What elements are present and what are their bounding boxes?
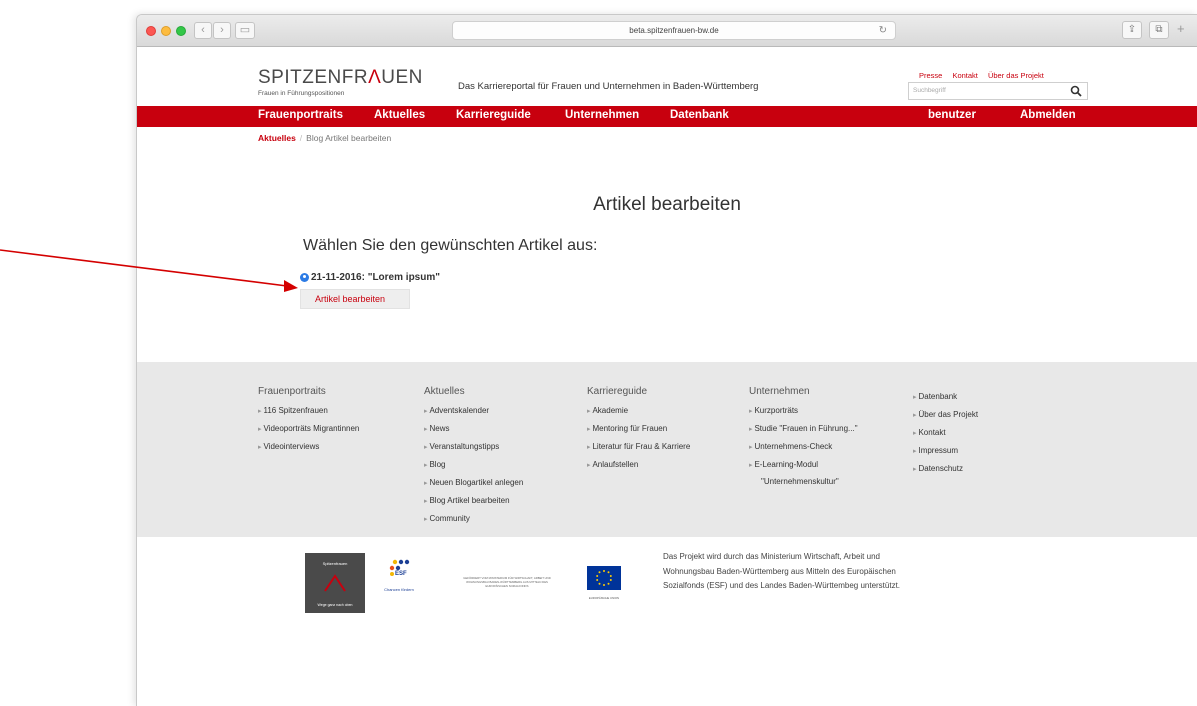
top-links: Presse Kontakt Über das Projekt <box>919 71 1052 80</box>
browser-window: ‹ › ▭ beta.spitzenfrauen-bw.de ↻ ⇪ ⧉ + S… <box>136 14 1197 706</box>
footer-column-title[interactable]: Karriereguide <box>587 386 690 397</box>
article-title: 21-11-2016: "Lorem ipsum" <box>311 272 440 283</box>
footer-link[interactable]: Anlaufstellen <box>587 460 690 469</box>
chevron-left-icon[interactable]: ‹ <box>194 22 212 39</box>
url-text: beta.spitzenfrauen-bw.de <box>629 26 719 35</box>
footer-link[interactable]: Datenbank <box>913 392 978 401</box>
reload-icon[interactable]: ↻ <box>879 22 887 39</box>
footer-link[interactable]: Studie "Frauen in Führung..." <box>749 424 857 433</box>
footer-link[interactable]: Blog <box>424 460 523 469</box>
logo-text-main: SPITZENFR <box>258 67 369 88</box>
nav-item-datenbank[interactable]: Datenbank <box>670 109 729 121</box>
search-placeholder: Suchbegriff <box>913 87 946 94</box>
esf-logo: ESF Chancen fördern <box>381 558 417 608</box>
footer-link[interactable]: Community <box>424 514 523 523</box>
funding-notice-line: Das Projekt wird durch das Ministerium W… <box>663 552 880 561</box>
browser-titlebar: ‹ › ▭ beta.spitzenfrauen-bw.de ↻ ⇪ ⧉ + <box>137 15 1197 47</box>
web-page: SPITZENFRΛUEN Frauen in Führungsposition… <box>137 48 1197 706</box>
footer-column-unternehmen: Unternehmen Kurzporträts Studie "Frauen … <box>749 386 858 486</box>
eu-flag-icon <box>587 566 621 590</box>
search-icon[interactable] <box>1070 85 1082 97</box>
chevron-right-icon[interactable]: › <box>213 22 231 39</box>
footer-link[interactable]: E-Learning-Modul <box>749 460 858 469</box>
breadcrumb: Aktuelles / Blog Artikel bearbeiten <box>258 133 391 143</box>
nav-item-aktuelles[interactable]: Aktuelles <box>374 109 425 121</box>
footer-link[interactable]: Videoporträts Migrantinnen <box>258 424 359 433</box>
footer-column-title[interactable]: Aktuelles <box>424 386 523 397</box>
esf-text: ESF <box>395 571 407 577</box>
maximize-window-button[interactable] <box>176 26 186 36</box>
tabs-icon[interactable]: ⧉ <box>1149 21 1169 39</box>
footer-link[interactable]: Neuen Blogartikel anlegen <box>424 478 523 487</box>
nav-item-frauenportraits[interactable]: Frauenportraits <box>258 109 343 121</box>
funding-notice-line: Wohnungsbau Baden-Württemberg aus Mittel… <box>663 566 896 576</box>
footer-links: Frauenportraits 116 Spitzenfrauen Videop… <box>137 362 1197 537</box>
footer-link[interactable]: Adventskalender <box>424 406 523 415</box>
top-link-kontakt[interactable]: Kontakt <box>952 71 977 80</box>
footer-link[interactable]: Literatur für Frau & Karriere <box>587 442 690 451</box>
article-select-heading: Wählen Sie den gewünschten Artikel aus: <box>303 237 598 254</box>
page-title: Artikel bearbeiten <box>593 194 741 215</box>
breadcrumb-separator: / <box>299 133 303 143</box>
nav-item-benutzer[interactable]: benutzer <box>928 109 976 121</box>
site-logo[interactable]: SPITZENFRΛUEN Frauen in Führungsposition… <box>258 67 423 97</box>
nav-item-abmelden[interactable]: Abmelden <box>1020 109 1076 121</box>
edit-article-button[interactable]: Artikel bearbeiten <box>300 289 410 309</box>
spitzenfrauen-footer-logo: Spitzenfrauen Wege ganz nach oben <box>305 553 365 613</box>
nav-item-karriereguide[interactable]: Karriereguide <box>456 109 531 121</box>
footer-link[interactable]: Unternehmens-Check <box>749 442 858 451</box>
triangle-logo-icon <box>324 574 346 592</box>
new-tab-icon[interactable]: + <box>1177 21 1185 36</box>
esf-subtitle: Chancen fördern <box>384 587 414 592</box>
ministry-logo-text: GEFÖRDERT VOM MINISTERIUM FÜR WIRTSCHAFT… <box>463 576 551 588</box>
footer-column-misc: Datenbank Über das Projekt Kontakt Impre… <box>913 383 978 473</box>
footer-link-continuation[interactable]: "Unternehmenskultur" <box>749 477 858 486</box>
footer-link[interactable]: Blog Artikel bearbeiten <box>424 496 523 505</box>
footer-column-karriereguide: Karriereguide Akademie Mentoring für Fra… <box>587 386 690 469</box>
footer-link[interactable]: Impressum <box>913 446 978 455</box>
sidebar-icon[interactable]: ▭ <box>235 22 255 39</box>
footer-link[interactable]: Über das Projekt <box>913 410 978 419</box>
site-tagline: Das Karriereportal für Frauen und Untern… <box>458 81 759 92</box>
footer-link[interactable]: Videointerviews <box>258 442 359 451</box>
address-bar[interactable]: beta.spitzenfrauen-bw.de ↻ <box>452 21 896 40</box>
minimize-window-button[interactable] <box>161 26 171 36</box>
main-navigation: Frauenportraits Aktuelles Karriereguide … <box>137 106 1197 127</box>
top-link-presse[interactable]: Presse <box>919 71 942 80</box>
eu-caption: EUROPÄISCHE UNION <box>588 596 620 600</box>
footer-link[interactable]: Akademie <box>587 406 690 415</box>
footer-column-aktuelles: Aktuelles Adventskalender News Veranstal… <box>424 386 523 523</box>
esf-dots-icon <box>389 559 410 576</box>
share-icon[interactable]: ⇪ <box>1122 21 1142 39</box>
logo-text-accent: Λ <box>368 67 382 88</box>
breadcrumb-link-aktuelles[interactable]: Aktuelles <box>258 133 296 143</box>
article-list-item[interactable]: 21-11-2016: "Lorem ipsum" <box>300 272 440 283</box>
search-input[interactable]: Suchbegriff <box>908 82 1088 100</box>
footer-column-frauenportraits: Frauenportraits 116 Spitzenfrauen Videop… <box>258 386 359 451</box>
breadcrumb-current: Blog Artikel bearbeiten <box>306 133 392 143</box>
funding-notice-line: Sozialfonds (ESF) und des Landes Baden-W… <box>663 581 901 590</box>
footer-logo-title: Spitzenfrauen <box>322 561 348 566</box>
eu-logo: EUROPÄISCHE UNION <box>587 566 621 600</box>
logo-text-end: UEN <box>381 67 423 88</box>
close-window-button[interactable] <box>146 26 156 36</box>
footer-logo-subtitle: Wege ganz nach oben <box>317 603 353 607</box>
footer-link[interactable]: Veranstaltungstipps <box>424 442 523 451</box>
top-link-ueber-das-projekt[interactable]: Über das Projekt <box>988 71 1044 80</box>
footer-column-title[interactable]: Unternehmen <box>749 386 858 397</box>
footer-link[interactable]: Kurzporträts <box>749 406 858 415</box>
footer-link[interactable]: Mentoring für Frauen <box>587 424 690 433</box>
footer-column-title[interactable]: Frauenportraits <box>258 386 359 397</box>
footer-link[interactable]: News <box>424 424 523 433</box>
nav-item-unternehmen[interactable]: Unternehmen <box>565 109 639 121</box>
footer-link[interactable]: Kontakt <box>913 428 978 437</box>
logo-subtitle: Frauen in Führungspositionen <box>258 90 345 97</box>
footer-link[interactable]: Datenschutz <box>913 464 978 473</box>
radio-bullet-icon[interactable] <box>300 273 309 282</box>
funding-notice: Das Projekt wird durch das Ministerium W… <box>663 550 900 594</box>
footer-link[interactable]: 116 Spitzenfrauen <box>258 406 359 415</box>
